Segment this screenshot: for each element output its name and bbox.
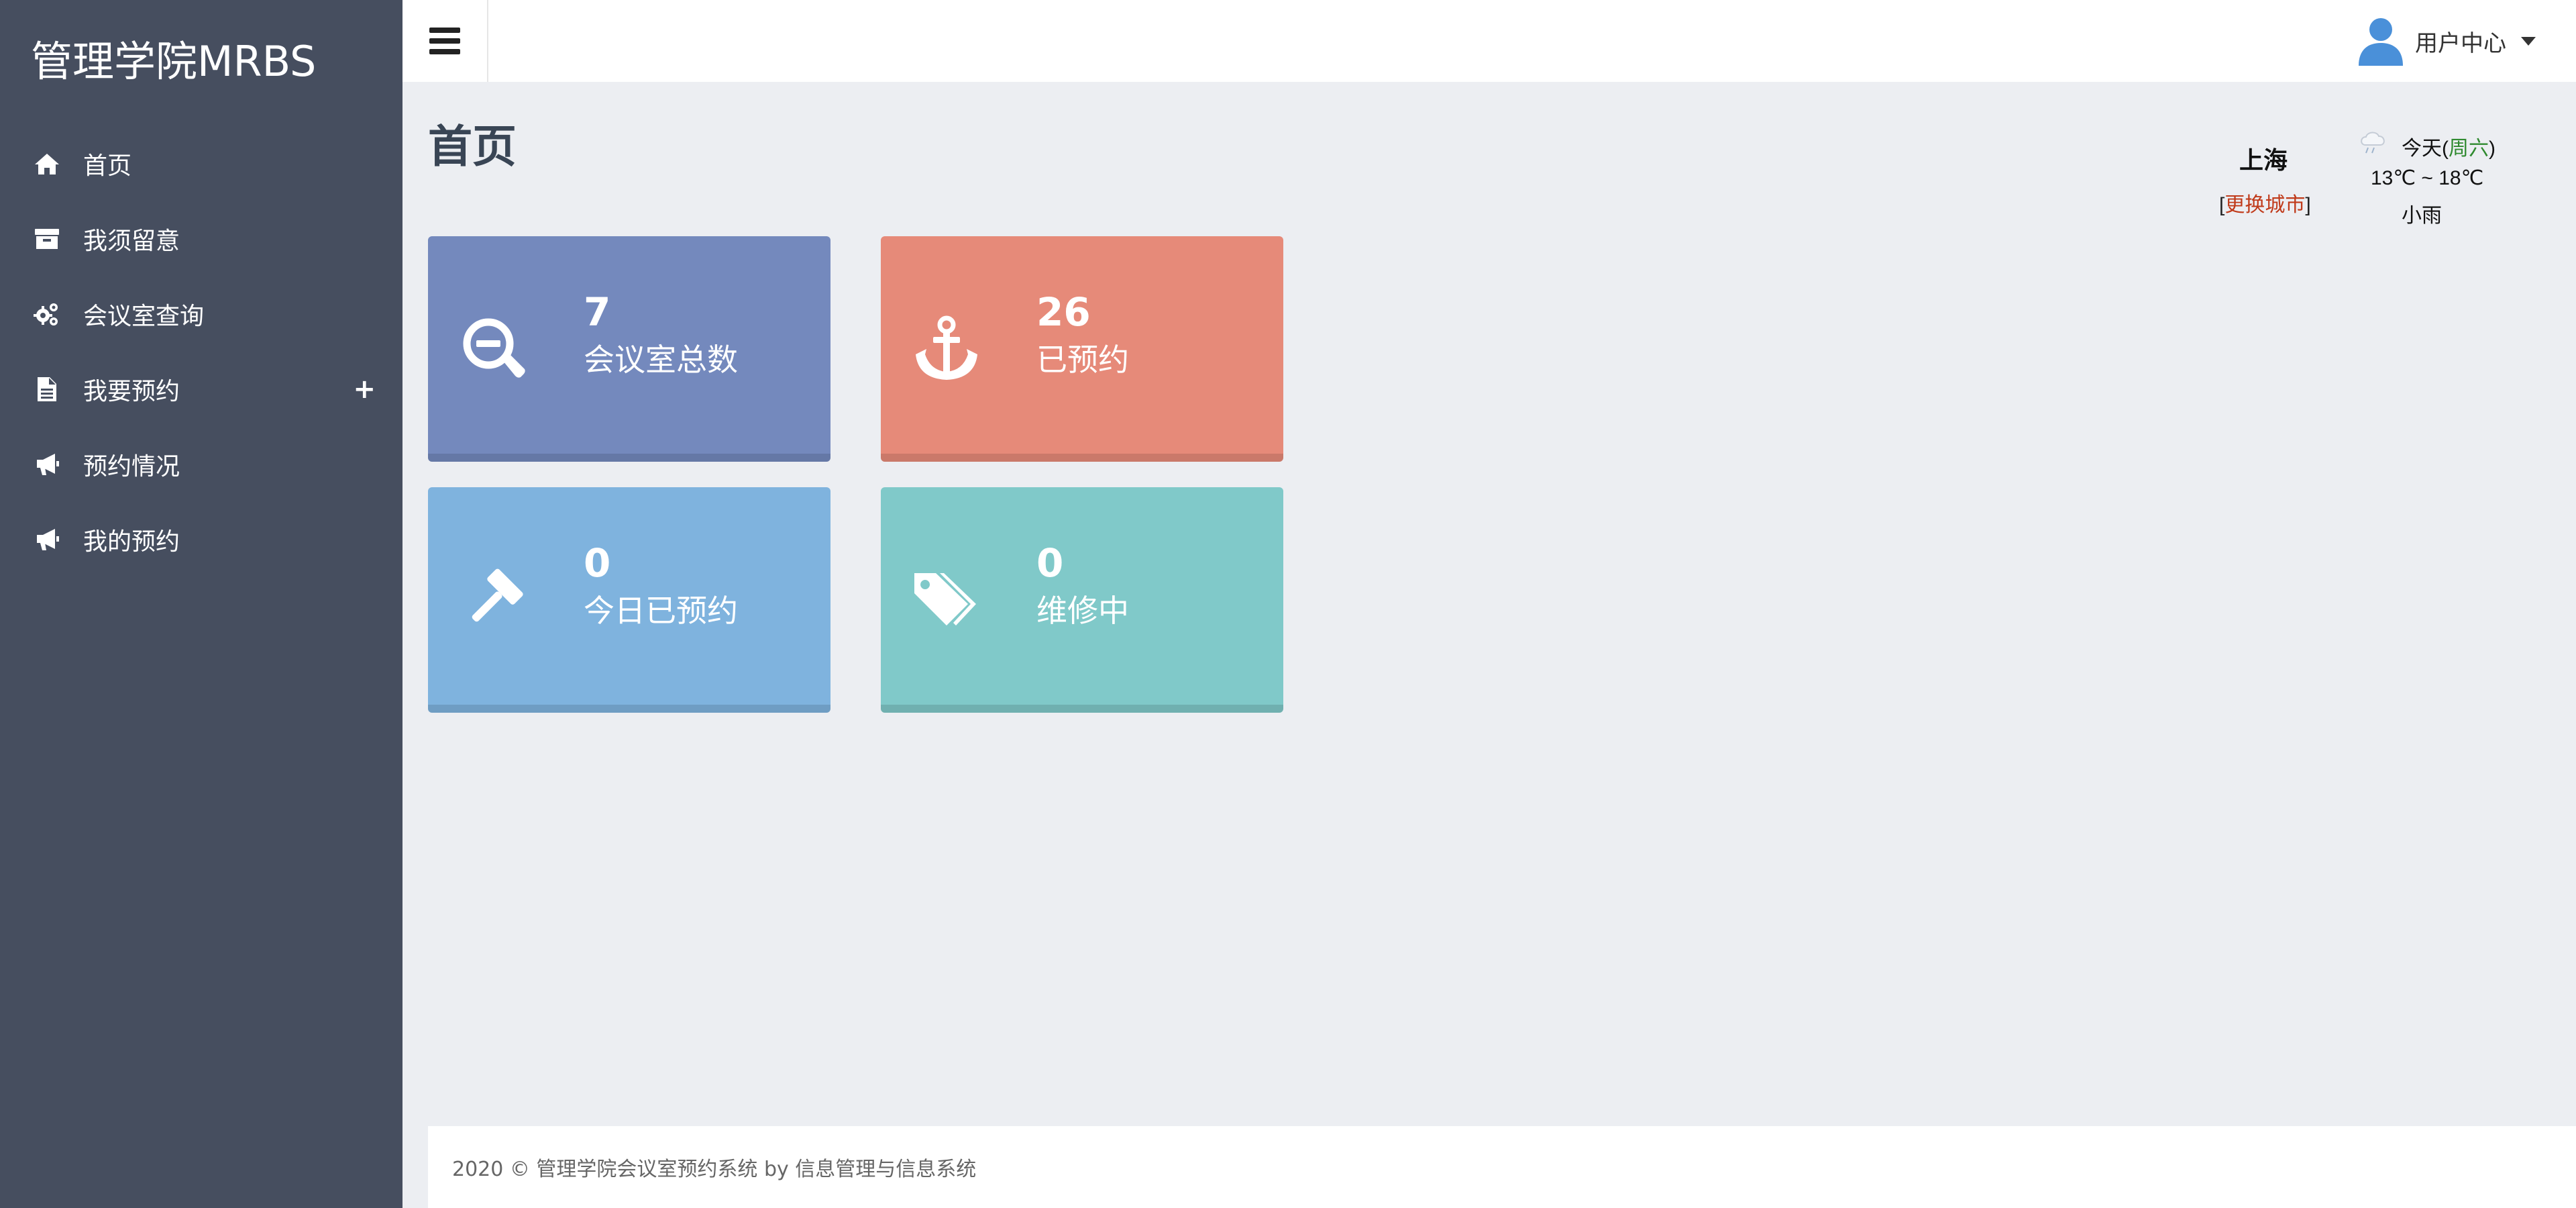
sidebar-item-label: 预约情况 bbox=[83, 453, 180, 481]
weather-today: 今天(周六) bbox=[2402, 132, 2496, 161]
weather-description: 小雨 bbox=[2402, 205, 2442, 227]
anchor-icon bbox=[912, 314, 981, 384]
sidebar-item-label: 我要预约 bbox=[83, 378, 180, 405]
tags-icon bbox=[912, 565, 981, 635]
stat-value: 0 bbox=[584, 540, 611, 586]
brand-title[interactable]: 管理学院MRBS bbox=[31, 35, 316, 89]
hamburger-icon bbox=[429, 28, 460, 54]
footer: 2020 © 管理学院会议室预约系统 by 信息管理与信息系统 bbox=[428, 1126, 2576, 1208]
bullhorn-icon bbox=[32, 525, 62, 554]
stat-card-total-rooms[interactable]: 7 会议室总数 bbox=[428, 236, 830, 462]
stat-card-today-reserved[interactable]: 0 今日已预约 bbox=[428, 487, 830, 713]
stat-value: 26 bbox=[1036, 289, 1091, 335]
file-icon bbox=[32, 374, 62, 404]
stat-value: 0 bbox=[1036, 540, 1064, 586]
gavel-icon bbox=[459, 565, 529, 635]
stat-card-reserved[interactable]: 26 已预约 bbox=[881, 236, 1283, 462]
weather-widget: 上海 [更换城市] 今天(周六) 13℃ ~ 18℃ 小雨 bbox=[2200, 129, 2509, 236]
today-suffix: ) bbox=[2489, 138, 2496, 160]
stat-value: 7 bbox=[584, 289, 611, 335]
light-rain-icon bbox=[2361, 132, 2385, 154]
sidebar-item-notice[interactable]: 我须留意 bbox=[0, 201, 402, 276]
card-bottom-bar bbox=[881, 454, 1283, 462]
user-center-dropdown[interactable]: 用户中心 bbox=[2357, 0, 2536, 82]
stat-card-under-repair[interactable]: 0 维修中 bbox=[881, 487, 1283, 713]
top-bar: 用户中心 bbox=[402, 0, 2576, 82]
sidebar-item-label: 我的预约 bbox=[83, 528, 180, 556]
stat-label: 维修中 bbox=[1036, 593, 1129, 629]
sidebar-item-home[interactable]: 首页 bbox=[0, 126, 402, 201]
sidebar-item-label: 会议室查询 bbox=[83, 303, 205, 330]
user-icon bbox=[2359, 18, 2403, 66]
card-bottom-bar bbox=[428, 454, 830, 462]
card-bottom-bar bbox=[881, 705, 1283, 713]
page-title: 首页 bbox=[428, 121, 517, 172]
weekday: 周六 bbox=[2449, 138, 2489, 160]
sidebar-item-my-reservations[interactable]: 我的预约 bbox=[0, 502, 402, 577]
bullhorn-icon bbox=[32, 450, 62, 479]
gears-icon bbox=[32, 299, 62, 329]
sidebar-item-make-reservation[interactable]: 我要预约 + bbox=[0, 352, 402, 427]
weather-temperature: 13℃ ~ 18℃ bbox=[2371, 167, 2484, 189]
sidebar-nav: 首页 我须留意 会议室查询 我要预约 + 预约情况 我的预约 bbox=[0, 126, 402, 577]
stat-label: 已预约 bbox=[1036, 342, 1129, 378]
sidebar-item-reservation-status[interactable]: 预约情况 bbox=[0, 427, 402, 502]
zoom-out-icon bbox=[459, 314, 529, 384]
stat-label: 会议室总数 bbox=[584, 342, 738, 378]
sidebar-item-label: 我须留意 bbox=[83, 228, 180, 255]
sidebar-item-label: 首页 bbox=[83, 152, 132, 180]
home-icon bbox=[32, 149, 62, 179]
caret-down-icon bbox=[2521, 36, 2536, 46]
stat-label: 今日已预约 bbox=[584, 593, 738, 629]
sidebar-item-room-search[interactable]: 会议室查询 bbox=[0, 276, 402, 352]
footer-copyright: 2020 © 管理学院会议室预约系统 by 信息管理与信息系统 bbox=[452, 1158, 977, 1181]
expand-plus-icon[interactable]: + bbox=[353, 374, 376, 405]
today-prefix: 今天( bbox=[2402, 138, 2449, 160]
weather-city: 上海 bbox=[2239, 146, 2288, 174]
sidebar: 管理学院MRBS 首页 我须留意 会议室查询 我要预约 + 预约情况 我的预约 bbox=[0, 0, 402, 1208]
card-bottom-bar bbox=[428, 705, 830, 713]
archive-icon bbox=[32, 224, 62, 254]
user-center-label: 用户中心 bbox=[2415, 30, 2506, 57]
sidebar-toggle-button[interactable] bbox=[402, 0, 488, 82]
